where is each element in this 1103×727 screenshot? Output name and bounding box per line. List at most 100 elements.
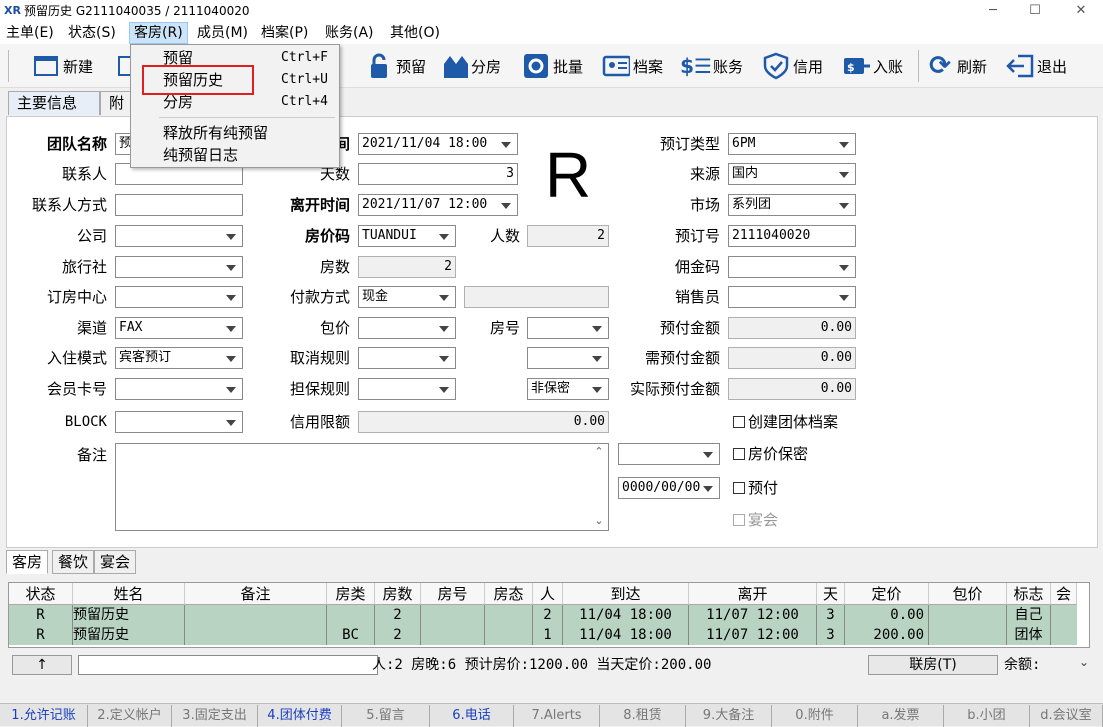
need-prepay-input: 0.00 (728, 347, 856, 369)
remark-type-select[interactable] (618, 443, 720, 465)
menu-account[interactable]: 账务(A) (321, 22, 378, 44)
maximize-button[interactable]: ☐ (1020, 2, 1050, 20)
tab-big-remark[interactable]: 9.大备注 (686, 705, 772, 727)
reserve-button[interactable]: 预留 (365, 50, 426, 82)
link-rooms-button[interactable]: 联房(T) (868, 655, 998, 675)
remark-scrollbar[interactable]: ⌃ ⌄ (592, 445, 606, 529)
arrival-select[interactable]: 2021/11/04 18:00 (358, 133, 518, 155)
tab-phone[interactable]: 6.电话 (430, 705, 514, 727)
menu-item-release-all[interactable]: 释放所有纯预留 (131, 122, 339, 144)
remark-textarea[interactable] (115, 443, 609, 531)
scroll-down-icon[interactable]: ⌄ (592, 514, 606, 527)
remark-date-select[interactable]: 0000/00/00 (618, 477, 720, 499)
menu-item-reserve-log[interactable]: 纯预留日志 (131, 144, 339, 166)
checkbox-box[interactable] (733, 448, 745, 460)
close-button[interactable]: ✕ (1066, 2, 1096, 20)
days-input[interactable]: 3 (358, 163, 518, 185)
assign-room-button[interactable]: 分房 (440, 50, 501, 82)
chevron-down-icon[interactable]: ⌄ (1076, 655, 1092, 675)
col-flag[interactable]: 标志 (1007, 583, 1051, 605)
cancel-rule-extra-select[interactable] (527, 347, 609, 369)
checkbox-box[interactable] (733, 416, 745, 428)
secret-select[interactable]: 非保密 (527, 378, 609, 400)
credit-button[interactable]: 信用 (762, 50, 823, 82)
menu-status[interactable]: 状态(S) (64, 22, 120, 44)
move-up-button[interactable]: ↑ (12, 655, 72, 675)
tab-allow-posting[interactable]: 1.允许记账 (0, 705, 88, 727)
col-arrival[interactable]: 到达 (563, 583, 689, 605)
tab-small-group[interactable]: b.小团 (944, 705, 1030, 727)
checkbox-box[interactable] (733, 482, 745, 494)
col-room-type[interactable]: 房类 (327, 583, 375, 605)
booking-no-input[interactable]: 2111040020 (728, 225, 856, 247)
tab-main-info[interactable]: 主要信息 (8, 91, 100, 115)
menu-member[interactable]: 成员(M) (193, 22, 252, 44)
menu-room[interactable]: 客房(R) (129, 22, 188, 44)
contact-method-input[interactable] (115, 194, 243, 216)
tab-message[interactable]: 5.留言 (342, 705, 430, 727)
col-room-state[interactable]: 房态 (485, 583, 533, 605)
tab-invoice[interactable]: a.发票 (858, 705, 944, 727)
refresh-button[interactable]: ⟳ 刷新 (926, 50, 987, 82)
profile-button[interactable]: 档案 (602, 50, 663, 82)
tab-rooms[interactable]: 客房 (6, 550, 48, 574)
table-row[interactable]: R 预留历史 BC 2 1 11/04 18:00 11/07 12:00 3 … (9, 625, 1077, 645)
tab-group-payment[interactable]: 4.团体付费 (258, 705, 342, 727)
contact-label: 联系人 (61, 165, 107, 183)
menu-main[interactable]: 主单(E) (2, 22, 58, 44)
menu-separator (159, 117, 335, 118)
commission-select[interactable] (728, 256, 856, 278)
table-row[interactable]: R 预留历史 2 2 11/04 18:00 11/07 12:00 3 0.0… (9, 605, 1077, 625)
scroll-up-icon[interactable]: ⌃ (592, 445, 606, 458)
source-select[interactable]: 国内 (728, 163, 856, 185)
package-select[interactable] (358, 317, 456, 339)
menu-profile[interactable]: 档案(P) (257, 22, 312, 44)
minimize-button[interactable]: ─ (978, 2, 1008, 20)
batch-button[interactable]: 批量 (522, 50, 583, 82)
create-profile-checkbox[interactable]: 创建团体档案 (733, 411, 838, 433)
col-departure[interactable]: 离开 (689, 583, 817, 605)
tab-rental[interactable]: 8.租赁 (600, 705, 686, 727)
payment-select[interactable]: 现金 (358, 286, 456, 308)
departure-select[interactable]: 2021/11/07 12:00 (358, 194, 518, 216)
room-no-select[interactable] (527, 317, 609, 339)
guarantee-select[interactable] (358, 378, 456, 400)
block-select[interactable] (115, 411, 243, 433)
posting-button[interactable]: $ 入账 (842, 50, 903, 82)
tab-dining[interactable]: 餐饮 (52, 550, 94, 574)
col-remark[interactable]: 备注 (185, 583, 327, 605)
member-card-select[interactable] (115, 378, 243, 400)
col-room-count[interactable]: 房数 (375, 583, 421, 605)
company-select[interactable] (115, 225, 243, 247)
col-more[interactable]: 会 (1051, 583, 1077, 605)
tab-fixed-expense[interactable]: 3.固定支出 (172, 705, 258, 727)
account-button[interactable]: $☰ 账务 (680, 50, 743, 82)
filter-input[interactable] (78, 655, 378, 675)
market-select[interactable]: 系列团 (728, 194, 856, 216)
sales-select[interactable] (728, 286, 856, 308)
prepaid-checkbox[interactable]: 预付 (733, 477, 778, 499)
booking-type-select[interactable]: 6PM (728, 133, 856, 155)
tab-alerts[interactable]: 7.Alerts (514, 705, 600, 727)
rate-secret-checkbox[interactable]: 房价保密 (733, 443, 808, 465)
agency-select[interactable] (115, 256, 243, 278)
new-button[interactable]: 新建 (32, 50, 93, 82)
tab-attachment[interactable]: 0.附件 (772, 705, 858, 727)
booking-center-select[interactable] (115, 286, 243, 308)
tab-meeting-room[interactable]: d.会议室 (1030, 705, 1103, 727)
tab-banquet[interactable]: 宴会 (94, 550, 136, 574)
col-price[interactable]: 定价 (845, 583, 929, 605)
col-days[interactable]: 天 (817, 583, 845, 605)
col-name[interactable]: 姓名 (73, 583, 185, 605)
checkin-mode-select[interactable]: 宾客预订 (115, 347, 243, 369)
col-room-no[interactable]: 房号 (421, 583, 485, 605)
col-status[interactable]: 状态 (9, 583, 73, 605)
channel-select[interactable]: FAX (115, 317, 243, 339)
col-persons[interactable]: 人 (533, 583, 563, 605)
col-package[interactable]: 包价 (929, 583, 1007, 605)
exit-button[interactable]: 退出 (1006, 50, 1067, 82)
cancel-rule-select[interactable] (358, 347, 456, 369)
menu-other[interactable]: 其他(O) (386, 22, 444, 44)
rate-code-select[interactable]: TUANDUI (358, 225, 456, 247)
tab-define-account[interactable]: 2.定义帐户 (88, 705, 172, 727)
